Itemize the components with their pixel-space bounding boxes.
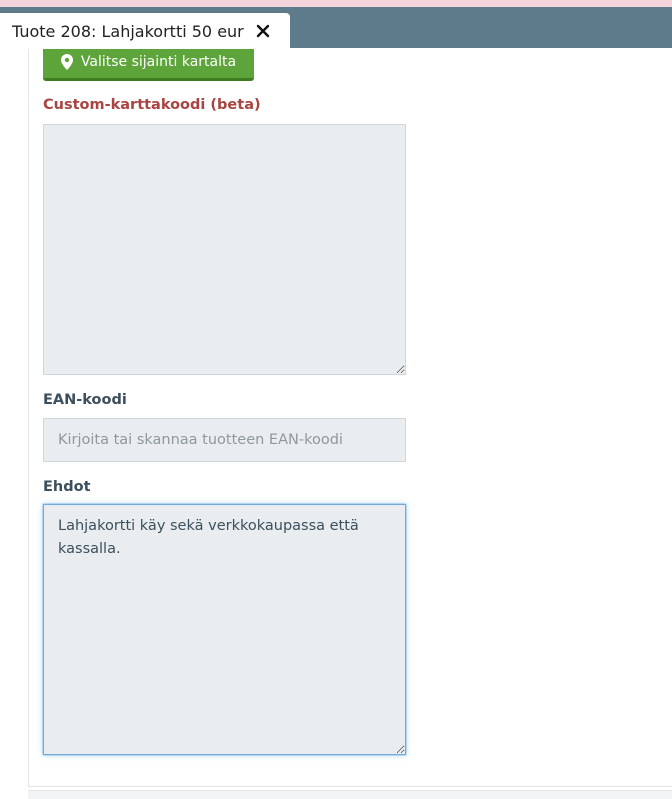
choose-location-label: Valitse sijainti kartalta	[80, 54, 237, 70]
custom-map-code-label: Custom-karttakoodi (beta)	[43, 97, 261, 113]
terms-label: Ehdot	[43, 479, 91, 495]
tab-product[interactable]: Tuote 208: Lahjakortti 50 eur	[0, 13, 290, 49]
tab-title: Tuote 208: Lahjakortti 50 eur	[12, 21, 244, 41]
terms-textarea[interactable]: Lahjakortti käy sekä verkkokaupassa että…	[43, 504, 406, 755]
custom-map-code-textarea[interactable]	[43, 124, 406, 375]
ean-code-label: EAN-koodi	[43, 392, 127, 408]
close-icon[interactable]	[253, 21, 273, 41]
ean-code-input[interactable]	[43, 418, 406, 462]
map-marker-icon	[60, 54, 73, 70]
top-accent-strip	[0, 0, 672, 7]
